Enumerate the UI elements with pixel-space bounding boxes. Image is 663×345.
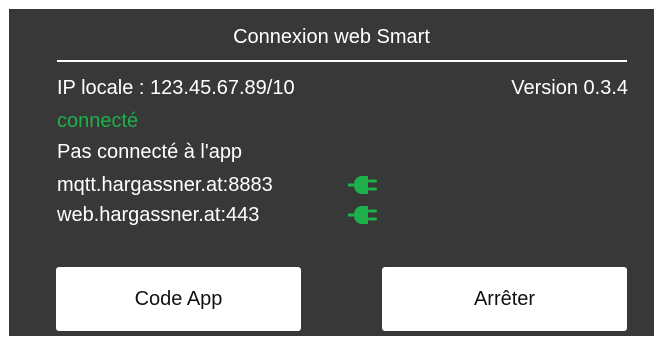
local-ip-label: IP locale : 123.45.67.89/10 xyxy=(57,77,295,99)
panel-title: Connexion web Smart xyxy=(233,26,430,48)
code-app-button[interactable]: Code App xyxy=(56,267,301,331)
smart-connection-panel: Connexion web Smart IP locale : 123.45.6… xyxy=(9,9,654,336)
plug-icon xyxy=(348,206,377,224)
web-server-address: web.hargassner.at:443 xyxy=(57,204,260,226)
stop-button[interactable]: Arrêter xyxy=(382,267,627,331)
code-app-button-label: Code App xyxy=(134,287,223,310)
stop-button-label: Arrêter xyxy=(473,287,536,310)
mqtt-server-address: mqtt.hargassner.at:8883 xyxy=(57,174,273,196)
app-connection-status: Pas connecté à l'app xyxy=(57,141,243,163)
title-divider xyxy=(57,60,627,62)
version-label: Version 0.3.4 xyxy=(511,77,628,99)
connection-status: connecté xyxy=(57,110,139,132)
plug-icon xyxy=(348,176,377,194)
